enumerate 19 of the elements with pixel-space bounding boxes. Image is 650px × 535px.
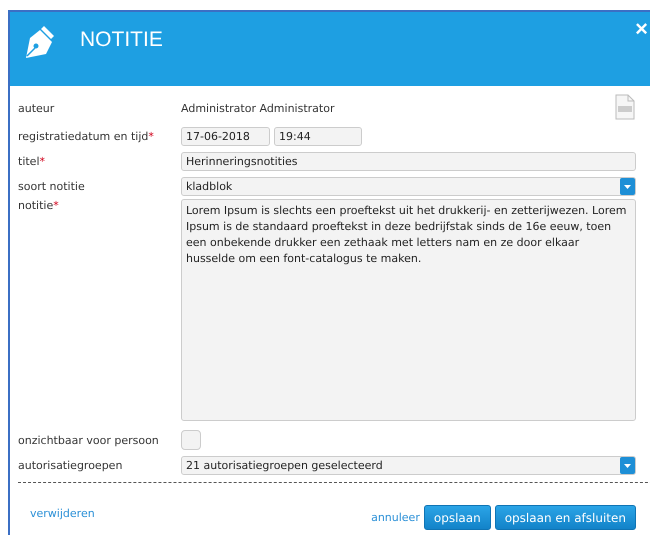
dialog-title: NOTITIE <box>80 28 163 52</box>
note-textarea[interactable]: Lorem Ipsum is slechts een proeftekst uit het drukkerij- en zetterijwezen. Lorem Ipsum is de standaard proeftekst in deze bedrijfstak sinds de 16e eeuw, toen een onbekende drukker een zethaak met letters nam en ze door elkaar husselde om een font-catalogus te maken. <box>181 199 636 421</box>
checkbox[interactable] <box>181 430 201 450</box>
field-label: registratiedatum en tijd* <box>18 130 155 143</box>
field-label: onzichtbaar voor persoon <box>18 434 160 446</box>
field-label: titel* <box>18 155 46 168</box>
author-name: Administrator Administrator <box>181 102 334 114</box>
field-label: notitie* <box>18 199 60 212</box>
time-field[interactable]: 19:44 <box>274 127 362 146</box>
delete-link[interactable]: verwijderen <box>30 507 95 520</box>
field-label: soort notitie <box>18 180 86 193</box>
dropdown-field[interactable]: kladblok <box>181 177 636 196</box>
field-label: autorisatiegroepen <box>18 459 124 472</box>
title-field[interactable]: Herinneringsnotities <box>181 152 636 171</box>
field-label: auteur <box>18 102 56 114</box>
pdf-file-icon[interactable] <box>614 94 636 120</box>
dropdown-field[interactable]: 21 autorisatiegroepen geselecteerd <box>181 456 636 475</box>
cancel-link[interactable]: annuleer <box>371 511 420 524</box>
date-field[interactable]: 17-06-2018 <box>181 127 270 146</box>
